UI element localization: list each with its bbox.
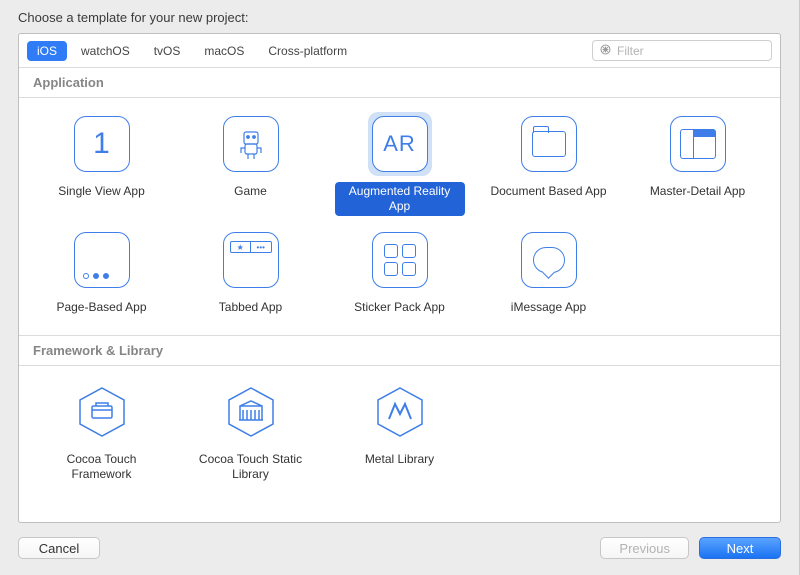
- filter-icon: [599, 43, 612, 59]
- single-view-icon: 1: [74, 116, 130, 172]
- template-augmented-reality[interactable]: AR Augmented Reality App: [325, 108, 474, 220]
- template-page-based[interactable]: Page-Based App: [27, 224, 176, 321]
- template-label: iMessage App: [507, 298, 590, 317]
- template-tabbed[interactable]: ★••• Tabbed App: [176, 224, 325, 321]
- section-framework-header: Framework & Library: [19, 335, 780, 366]
- template-document-based[interactable]: Document Based App: [474, 108, 623, 220]
- game-icon: [223, 116, 279, 172]
- section-application-header: Application: [19, 67, 780, 98]
- imessage-icon: [521, 232, 577, 288]
- framework-icon: [74, 384, 130, 440]
- template-game[interactable]: Game: [176, 108, 325, 220]
- template-label: Single View App: [54, 182, 149, 201]
- filter-field[interactable]: [592, 40, 772, 61]
- template-cocoa-touch-framework[interactable]: Cocoa Touch Framework: [27, 376, 176, 488]
- next-button[interactable]: Next: [699, 537, 781, 559]
- template-label: Cocoa Touch Static Library: [186, 450, 316, 484]
- footer-bar: Cancel Previous Next: [0, 523, 799, 575]
- sticker-icon: [372, 232, 428, 288]
- filter-input[interactable]: [617, 44, 765, 58]
- new-project-sheet: Choose a template for your new project: …: [0, 0, 800, 575]
- template-metal-library[interactable]: Metal Library: [325, 376, 474, 488]
- tab-tvos[interactable]: tvOS: [144, 41, 191, 61]
- application-grid: 1 Single View App Game AR Augmented Real…: [19, 98, 780, 335]
- template-master-detail[interactable]: Master-Detail App: [623, 108, 772, 220]
- document-icon: [521, 116, 577, 172]
- template-chooser: iOS watchOS tvOS macOS Cross-platform Ap…: [18, 33, 781, 523]
- tab-macos[interactable]: macOS: [194, 41, 254, 61]
- tab-watchos[interactable]: watchOS: [71, 41, 140, 61]
- template-imessage[interactable]: iMessage App: [474, 224, 623, 321]
- template-label: Cocoa Touch Framework: [37, 450, 167, 484]
- static-library-icon: [223, 384, 279, 440]
- ar-icon: AR: [372, 116, 428, 172]
- tabbed-icon: ★•••: [223, 232, 279, 288]
- framework-grid: Cocoa Touch Framework Cocoa Touch Static…: [19, 366, 780, 502]
- tab-ios[interactable]: iOS: [27, 41, 67, 61]
- prompt-label: Choose a template for your new project:: [0, 0, 799, 33]
- template-label: Document Based App: [486, 182, 610, 201]
- template-label: Tabbed App: [215, 298, 286, 317]
- template-label: Game: [230, 182, 271, 201]
- template-label: Augmented Reality App: [335, 182, 465, 216]
- platform-tabbar: iOS watchOS tvOS macOS Cross-platform: [19, 34, 780, 67]
- cancel-button[interactable]: Cancel: [18, 537, 100, 559]
- template-cocoa-touch-static[interactable]: Cocoa Touch Static Library: [176, 376, 325, 488]
- metal-icon: [372, 384, 428, 440]
- template-label: Sticker Pack App: [350, 298, 449, 317]
- template-sticker-pack[interactable]: Sticker Pack App: [325, 224, 474, 321]
- template-single-view[interactable]: 1 Single View App: [27, 108, 176, 220]
- template-label: Metal Library: [361, 450, 438, 469]
- master-detail-icon: [670, 116, 726, 172]
- previous-button[interactable]: Previous: [600, 537, 689, 559]
- template-label: Master-Detail App: [646, 182, 749, 201]
- tab-crossplatform[interactable]: Cross-platform: [258, 41, 357, 61]
- template-label: Page-Based App: [52, 298, 150, 317]
- page-based-icon: [74, 232, 130, 288]
